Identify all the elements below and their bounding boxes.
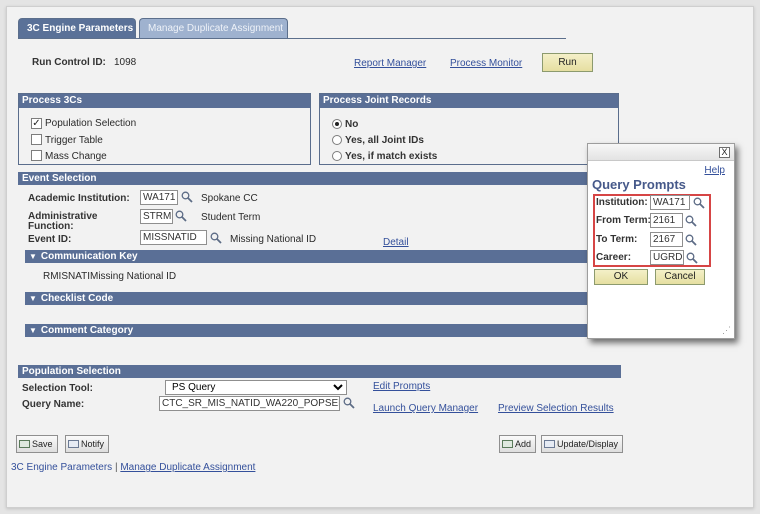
collapse-triangle-icon: ▼	[29, 252, 37, 261]
academic-institution-input[interactable]: WA171	[140, 190, 178, 205]
academic-institution-lookup-icon[interactable]	[181, 191, 193, 203]
tab-manage-duplicate-assignment[interactable]: Manage Duplicate Assignment	[139, 18, 288, 39]
trigger-table-checkbox[interactable]	[31, 134, 42, 145]
footer-3c-engine-link[interactable]: 3C Engine Parameters	[11, 462, 112, 473]
communication-key-title: Communication Key	[40, 251, 138, 262]
collapse-triangle-icon: ▼	[29, 326, 37, 335]
joint-yes-all-label: Yes, all Joint IDs	[345, 135, 424, 146]
joint-yes-match-radio[interactable]	[332, 151, 342, 161]
save-label: Save	[32, 439, 53, 449]
query-name-input[interactable]: CTC_SR_MIS_NATID_WA220_POPSEL	[159, 396, 340, 411]
joint-yes-match-label: Yes, if match exists	[345, 151, 438, 162]
to-term-label: To Term:	[596, 234, 638, 245]
joint-yes-all-radio[interactable]	[332, 135, 342, 145]
event-id-lookup-icon[interactable]	[210, 232, 222, 244]
institution-lookup-icon[interactable]	[693, 197, 705, 209]
save-button[interactable]: Save	[16, 435, 58, 453]
selection-tool-label: Selection Tool:	[22, 383, 93, 394]
communication-key-desc: Missing National ID	[90, 271, 177, 282]
to-term-lookup-icon[interactable]	[685, 234, 697, 246]
from-term-label: From Term:	[596, 215, 651, 226]
from-term-input[interactable]: 2161	[650, 213, 683, 228]
collapse-triangle-icon: ▼	[29, 294, 37, 303]
admin-function-lookup-icon[interactable]	[175, 210, 187, 222]
checklist-code-title: Checklist Code	[40, 293, 114, 304]
footer-links: 3C Engine Parameters | Manage Duplicate …	[11, 462, 255, 473]
admin-function-input[interactable]: STRM	[140, 209, 173, 224]
selection-tool-select[interactable]: PS Query	[165, 380, 347, 395]
query-prompts-title: Query Prompts	[592, 177, 686, 192]
institution-input[interactable]: WA171	[650, 195, 690, 210]
process-3cs-header: Process 3Cs	[19, 94, 310, 108]
career-input[interactable]: UGRD	[650, 250, 684, 265]
notify-label: Notify	[81, 439, 105, 449]
preview-selection-results-link[interactable]: Preview Selection Results	[498, 403, 614, 414]
event-id-input[interactable]: MISSNATID	[140, 230, 207, 245]
process-monitor-link[interactable]: Process Monitor	[450, 58, 522, 69]
from-term-lookup-icon[interactable]	[685, 215, 697, 227]
admin-function-desc: Student Term	[201, 212, 261, 223]
comment-category-header[interactable]: ▼ Comment Category	[25, 324, 621, 337]
resize-grip-icon[interactable]: ⋰	[722, 325, 731, 336]
joint-no-radio[interactable]	[332, 119, 342, 129]
save-icon	[19, 440, 30, 448]
checklist-code-header[interactable]: ▼ Checklist Code	[25, 292, 621, 305]
query-name-lookup-icon[interactable]	[343, 397, 355, 409]
launch-query-manager-link[interactable]: Launch Query Manager	[373, 403, 478, 414]
event-id-label: Event ID:	[28, 234, 72, 245]
cancel-button[interactable]: Cancel	[655, 269, 705, 285]
to-term-input[interactable]: 2167	[650, 232, 683, 247]
footer-separator: |	[114, 462, 118, 473]
admin-function-label-2: Function:	[28, 221, 74, 232]
communication-key-header[interactable]: ▼ Communication Key	[25, 250, 621, 263]
population-selection-label: Population Selection	[45, 118, 137, 129]
update-display-button[interactable]: Update/Display	[541, 435, 624, 453]
academic-institution-label: Academic Institution:	[28, 193, 130, 204]
add-label: Add	[515, 439, 532, 449]
career-lookup-icon[interactable]	[686, 252, 698, 264]
report-manager-link[interactable]: Report Manager	[354, 58, 426, 69]
mass-change-label: Mass Change	[45, 151, 107, 162]
institution-label: Institution:	[596, 197, 648, 208]
ok-button[interactable]: OK	[594, 269, 648, 285]
event-id-desc: Missing National ID	[230, 234, 317, 245]
mass-change-checkbox[interactable]	[31, 150, 42, 161]
notify-icon	[68, 440, 79, 448]
popup-titlebar: X	[588, 144, 734, 161]
comment-category-title: Comment Category	[40, 325, 134, 336]
help-link[interactable]: Help	[704, 165, 725, 176]
academic-institution-desc: Spokane CC	[201, 193, 258, 204]
event-selection-header: Event Selection	[18, 172, 621, 185]
population-selection-header: Population Selection	[18, 365, 621, 378]
trigger-table-label: Trigger Table	[45, 135, 103, 146]
add-button[interactable]: Add	[499, 435, 537, 453]
run-control-value: 1098	[114, 57, 137, 68]
event-detail-link[interactable]: Detail	[383, 237, 409, 248]
population-selection-checkbox[interactable]: ✓	[31, 118, 42, 129]
joint-no-label: No	[345, 119, 359, 130]
query-prompts-popup: X Help Query Prompts Institution: WA171 …	[587, 143, 735, 339]
update-display-icon	[544, 440, 555, 448]
footer-manage-duplicate-link[interactable]: Manage Duplicate Assignment	[120, 462, 255, 473]
close-icon[interactable]: X	[719, 147, 730, 158]
tab-underline	[18, 38, 566, 39]
update-display-label: Update/Display	[557, 439, 619, 449]
tab-3c-engine-parameters[interactable]: 3C Engine Parameters	[18, 18, 136, 39]
notify-button[interactable]: Notify	[65, 435, 110, 453]
add-icon	[502, 440, 513, 448]
run-button[interactable]: Run	[542, 53, 593, 72]
run-control-label: Run Control ID:	[32, 57, 106, 68]
edit-prompts-link[interactable]: Edit Prompts	[373, 381, 430, 392]
career-label: Career:	[596, 252, 632, 263]
process-joint-records-header: Process Joint Records	[320, 94, 618, 108]
communication-key-code: RMISNATI	[43, 271, 91, 282]
query-name-label: Query Name:	[22, 399, 85, 410]
